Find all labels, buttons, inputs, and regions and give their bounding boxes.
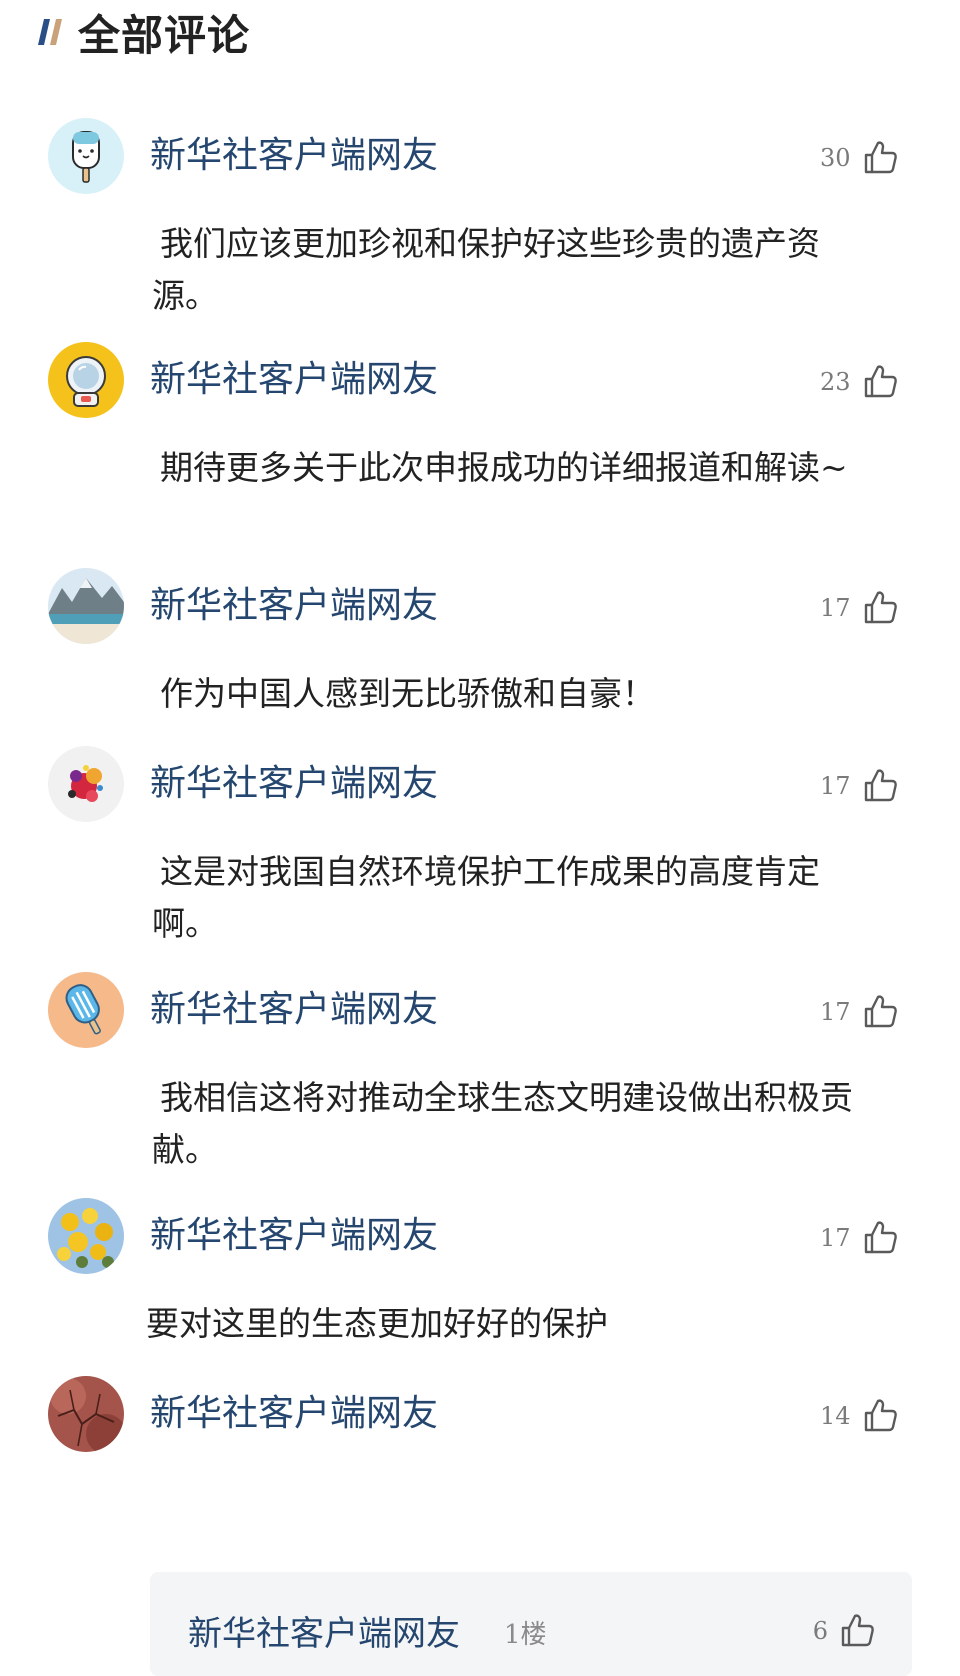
reply-like-button[interactable]: 6 [800,1612,876,1650]
comment-text: 期待更多关于此次申报成功的详细报道和解读~ [160,448,848,487]
comment-text: 作为中国人感到无比骄傲和自豪！ [160,674,655,713]
comment-username[interactable]: 新华社客户端网友 [150,986,438,1034]
avatar[interactable] [48,972,124,1048]
cracked-earth-icon [48,1376,124,1452]
yellow-flowers-icon [48,1198,124,1274]
avatar[interactable] [48,1376,124,1452]
comment-text: 要对这里的生态更加好好的保护 [146,1304,608,1343]
page-title: 全部评论 [78,10,251,60]
like-count: 30 [820,144,851,172]
like-button[interactable]: 17 [820,992,899,1032]
avatar[interactable] [48,568,124,644]
thumbs-up-icon[interactable] [861,993,899,1031]
like-count: 6 [812,1617,828,1645]
like-count: 17 [820,998,851,1026]
comment-text: 我们应该更加珍视和保护好这些珍贵的遗产资源。 [152,224,820,315]
like-count: 23 [820,368,851,396]
like-button[interactable]: 17 [820,1218,899,1258]
avatar[interactable] [48,342,124,418]
like-button[interactable]: 30 [820,138,899,178]
like-count: 14 [820,1402,851,1430]
comment-username[interactable]: 新华社客户端网友 [150,582,438,630]
comment-username[interactable]: 新华社客户端网友 [150,1390,438,1438]
section-mark-icon [38,19,62,45]
thumbs-up-icon[interactable] [861,589,899,627]
landscape-icon [48,568,124,644]
thumbs-up-icon[interactable] [861,1219,899,1257]
paint-splash-icon [48,746,124,822]
thumbs-up-icon[interactable] [838,1612,876,1650]
like-button[interactable]: 17 [820,766,899,806]
reply-floor: 1楼 [504,1620,547,1650]
avatar[interactable] [48,746,124,822]
comment-username[interactable]: 新华社客户端网友 [150,356,438,404]
astronaut-helmet-icon [48,342,124,418]
like-count: 17 [820,772,851,800]
comment-username[interactable]: 新华社客户端网友 [150,132,438,180]
thumbs-up-icon[interactable] [861,767,899,805]
popsicle-icon [48,972,124,1048]
thumbs-up-icon[interactable] [861,1397,899,1435]
thumbs-up-icon[interactable] [861,139,899,177]
comments-header: 全部评论 [38,4,250,60]
reply-box: 新华社客户端网友 1楼 6 [150,1572,912,1676]
like-button[interactable]: 23 [820,362,899,402]
thumbs-up-icon[interactable] [861,363,899,401]
like-button[interactable]: 14 [820,1396,899,1436]
ice-pop-icon [48,118,124,194]
like-button[interactable]: 17 [820,588,899,628]
avatar[interactable] [48,118,124,194]
like-count: 17 [820,1224,851,1252]
reply-username[interactable]: 新华社客户端网友 [188,1606,460,1655]
comment-text: 这是对我国自然环境保护工作成果的高度肯定啊。 [152,852,820,943]
comment-username[interactable]: 新华社客户端网友 [150,760,438,808]
like-count: 17 [820,594,851,622]
comment-text: 我相信这将对推动全球生态文明建设做出积极贡献。 [152,1078,853,1169]
avatar[interactable] [48,1198,124,1274]
comment-username[interactable]: 新华社客户端网友 [150,1212,438,1260]
